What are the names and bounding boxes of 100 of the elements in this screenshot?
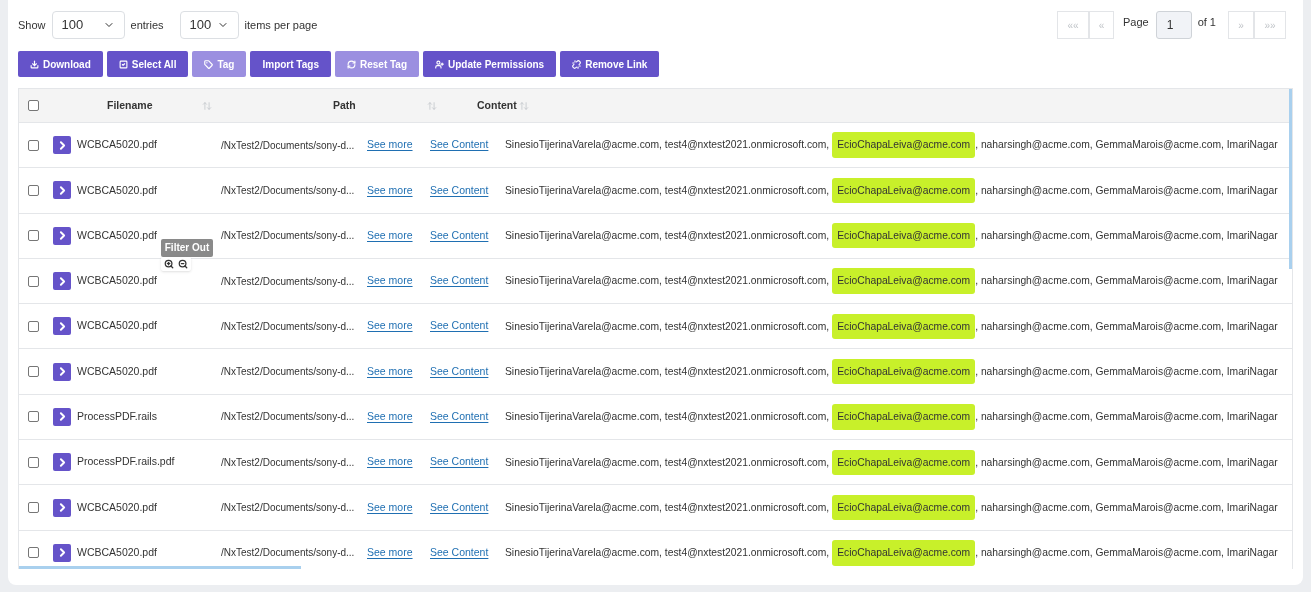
file-path: /NxTest2/Documents/sony-d... (221, 138, 355, 153)
filename: WCBCA5020.pdf (77, 499, 157, 515)
column-header[interactable]: Filename (107, 97, 202, 114)
see-content-link[interactable]: See Content (430, 454, 505, 471)
see-content-link[interactable]: See Content (430, 409, 505, 425)
content-text: , naharsingh@acme.com, GemmaMarois@acme.com, ImariNagar (975, 138, 1278, 153)
tooltip: Filter Out (161, 239, 213, 257)
see-content-link[interactable]: See Content (430, 182, 505, 199)
checkbox[interactable] (28, 547, 39, 559)
expand-button[interactable] (53, 453, 71, 472)
see-more-link[interactable]: See more (367, 363, 430, 380)
file-path: /NxTest2/Documents/sony-d... (221, 274, 355, 289)
expand-button[interactable] (53, 362, 71, 381)
horizontal-scrollbar[interactable] (19, 566, 301, 569)
entries-label: entries (130, 17, 164, 33)
filename: WCBCA5020.pdf (77, 363, 157, 379)
content-text: , naharsingh@acme.com, GemmaMarois@acme.com, ImariNagar (975, 364, 1278, 379)
expand-button[interactable] (53, 498, 71, 517)
highlighted-email: EcioChapaLeiva@acme.com (832, 540, 976, 566)
filename: WCBCA5020.pdf (77, 227, 157, 243)
expand-button[interactable] (53, 317, 71, 336)
zoom-out-icon[interactable] (178, 259, 188, 269)
filename: WCBCA5020.pdf (77, 182, 157, 198)
refresh-icon (346, 59, 356, 69)
expand-button[interactable] (53, 181, 71, 200)
checkbox[interactable] (28, 320, 39, 332)
see-content-link[interactable]: See Content (430, 273, 505, 289)
see-more-link[interactable]: See more (367, 544, 430, 561)
filename: WCBCA5020.pdf (77, 544, 157, 560)
see-content-link[interactable]: See Content (430, 499, 505, 516)
checkbox[interactable] (28, 139, 39, 151)
vertical-scrollbar[interactable] (1289, 89, 1292, 269)
entries-select[interactable]: 100 (51, 11, 125, 39)
checkbox[interactable] (28, 275, 39, 287)
file-path: /NxTest2/Documents/sony-d... (221, 455, 355, 470)
highlighted-email: EcioChapaLeiva@acme.com (832, 132, 976, 158)
file-path: /NxTest2/Documents/sony-d... (221, 365, 355, 380)
checkbox-icon (118, 59, 128, 69)
content-text: , naharsingh@acme.com, GemmaMarois@acme.com, ImariNagar (975, 274, 1278, 289)
expand-button[interactable] (53, 543, 71, 562)
see-more-link[interactable]: See more (367, 318, 430, 335)
see-more-link[interactable]: See more (367, 227, 430, 244)
checkbox[interactable] (28, 366, 39, 378)
checkbox[interactable] (28, 456, 39, 468)
see-more-link[interactable]: See more (367, 273, 430, 289)
file-path: /NxTest2/Documents/sony-d... (221, 229, 355, 244)
toolbar-button[interactable]: Update Permissions (423, 51, 557, 77)
checkbox[interactable] (28, 502, 39, 513)
expand-button[interactable] (53, 407, 71, 426)
page-field[interactable]: 1 (1155, 11, 1192, 39)
see-more-link[interactable]: See more (367, 454, 430, 471)
highlighted-email: EcioChapaLeiva@acme.com (832, 268, 976, 294)
see-content-link[interactable]: See Content (430, 363, 505, 380)
highlighted-email: EcioChapaLeiva@acme.com (832, 494, 976, 521)
toolbar-button[interactable]: Download (18, 51, 103, 77)
see-content-link[interactable]: See Content (430, 137, 505, 153)
see-more-link[interactable]: See more (367, 182, 430, 199)
column-header[interactable]: Content (477, 97, 517, 114)
user-plus-icon (435, 59, 445, 69)
show-label: Show (18, 17, 46, 33)
column-header[interactable]: Path (333, 97, 427, 114)
content-text: , naharsingh@acme.com, GemmaMarois@acme.com, ImariNagar (975, 500, 1278, 515)
checkbox[interactable] (28, 184, 39, 196)
unlink-icon (572, 59, 582, 69)
checkbox[interactable] (28, 411, 39, 423)
file-path: /NxTest2/Documents/sony-d... (221, 501, 355, 515)
file-path: /NxTest2/Documents/sony-d... (221, 410, 355, 425)
zoom-in-icon[interactable] (164, 259, 174, 269)
filename: ProcessPDF.rails (77, 409, 157, 425)
per-page-select[interactable]: 100 (179, 11, 239, 39)
see-more-link[interactable]: See more (367, 137, 430, 153)
content-text: , naharsingh@acme.com, GemmaMarois@acme.com, ImariNagar (975, 410, 1278, 425)
toolbar-button[interactable]: Remove Link (560, 51, 660, 77)
highlighted-email: EcioChapaLeiva@acme.com (832, 313, 976, 340)
expand-button[interactable] (53, 226, 71, 245)
content-text: , naharsingh@acme.com, GemmaMarois@acme.com, ImariNagar (975, 546, 1278, 561)
see-content-link[interactable]: See Content (430, 227, 505, 244)
content-text: SinesioTijerinaVarela@acme.com, test4@nxtest2021.onmicrosoft.com, (505, 319, 830, 334)
page-count: of 1 (1197, 14, 1216, 30)
content-text: SinesioTijerinaVarela@acme.com, test4@nxtest2021.onmicrosoft.com, (505, 500, 830, 515)
see-content-link[interactable]: See Content (430, 318, 505, 335)
toolbar-button[interactable]: Select All (106, 51, 189, 77)
filename: WCBCA5020.pdf (77, 137, 157, 153)
content-text: SinesioTijerinaVarela@acme.com, test4@nxtest2021.onmicrosoft.com, (505, 138, 830, 153)
highlighted-email: EcioChapaLeiva@acme.com (832, 404, 976, 430)
checkbox[interactable] (28, 230, 39, 242)
tag-icon (204, 59, 214, 69)
content-text: SinesioTijerinaVarela@acme.com, test4@nxtest2021.onmicrosoft.com, (505, 274, 830, 289)
checkbox[interactable] (28, 100, 39, 111)
see-more-link[interactable]: See more (367, 409, 430, 425)
content-text: SinesioTijerinaVarela@acme.com, test4@nxtest2021.onmicrosoft.com, (505, 229, 830, 243)
see-content-link[interactable]: See Content (430, 544, 505, 561)
per-page-label: items per page (244, 17, 318, 33)
expand-button[interactable] (53, 136, 71, 155)
content-text: , naharsingh@acme.com, GemmaMarois@acme.com, ImariNagar (975, 455, 1278, 470)
see-more-link[interactable]: See more (367, 499, 430, 516)
content-text: , naharsingh@acme.com, GemmaMarois@acme.com, ImariNagar (975, 183, 1278, 198)
expand-button[interactable] (53, 272, 71, 291)
toolbar-button[interactable]: Import Tags (250, 51, 331, 77)
highlighted-email: EcioChapaLeiva@acme.com (832, 358, 976, 385)
